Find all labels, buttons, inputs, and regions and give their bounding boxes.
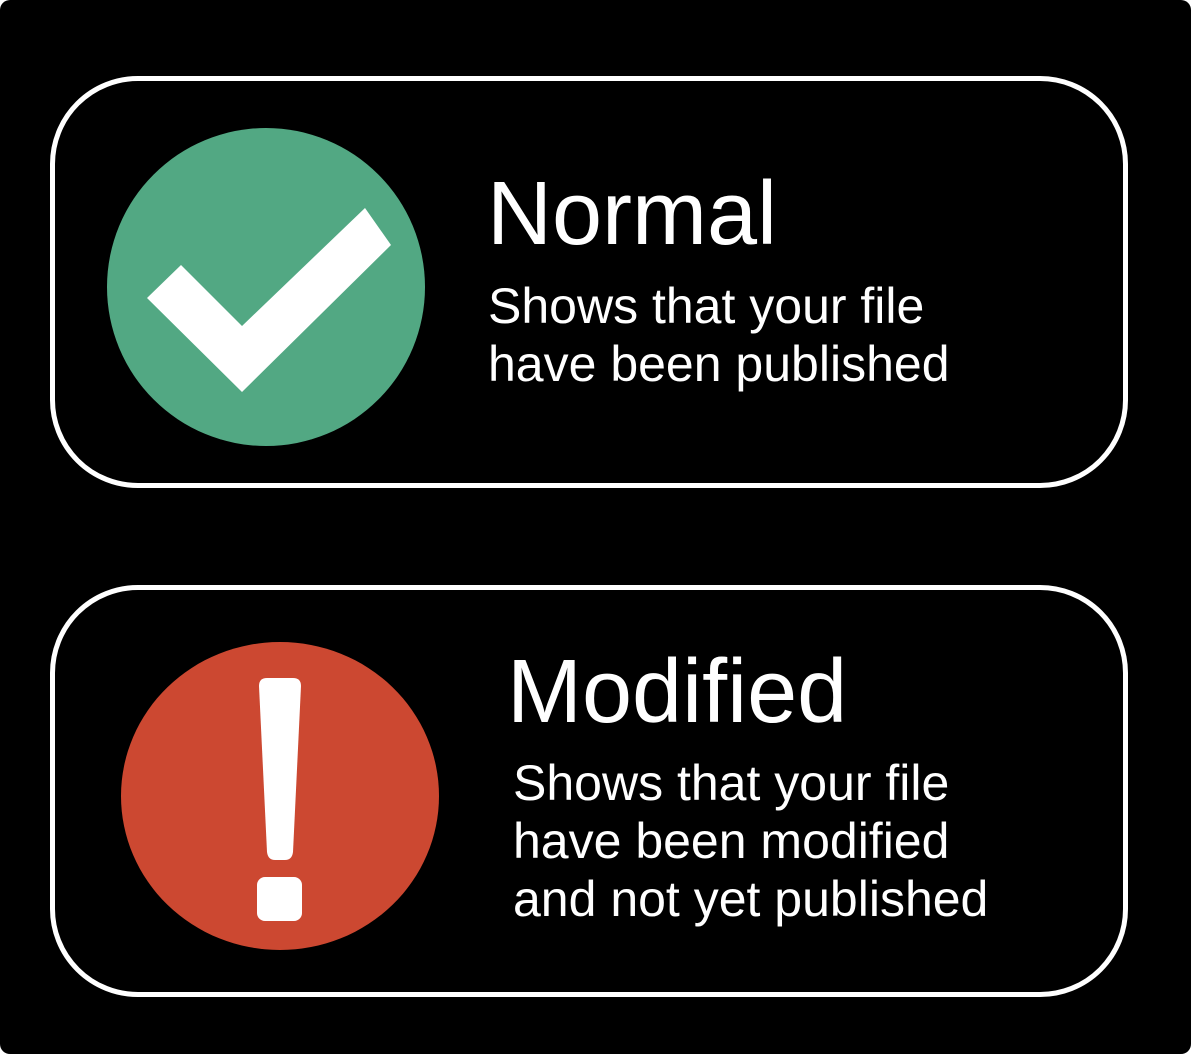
description-line: and not yet published	[513, 871, 989, 927]
status-title-modified: Modified	[507, 642, 848, 742]
status-legend: Normal Shows that your file have been pu…	[0, 0, 1191, 1054]
status-circle-normal	[107, 128, 425, 446]
status-card-normal: Normal Shows that your file have been pu…	[50, 76, 1128, 488]
description-line: have been modified	[513, 813, 950, 869]
status-description-normal: Shows that your file have been published	[488, 277, 950, 393]
description-line: Shows that your file	[488, 278, 925, 334]
description-line: Shows that your file	[513, 755, 950, 811]
status-card-modified: Modified Shows that your file have been …	[50, 585, 1128, 997]
status-title-normal: Normal	[487, 164, 778, 264]
check-icon	[107, 128, 425, 446]
status-description-modified: Shows that your file have been modified …	[513, 754, 988, 928]
exclamation-icon	[121, 642, 439, 950]
description-line: have been published	[488, 336, 950, 392]
